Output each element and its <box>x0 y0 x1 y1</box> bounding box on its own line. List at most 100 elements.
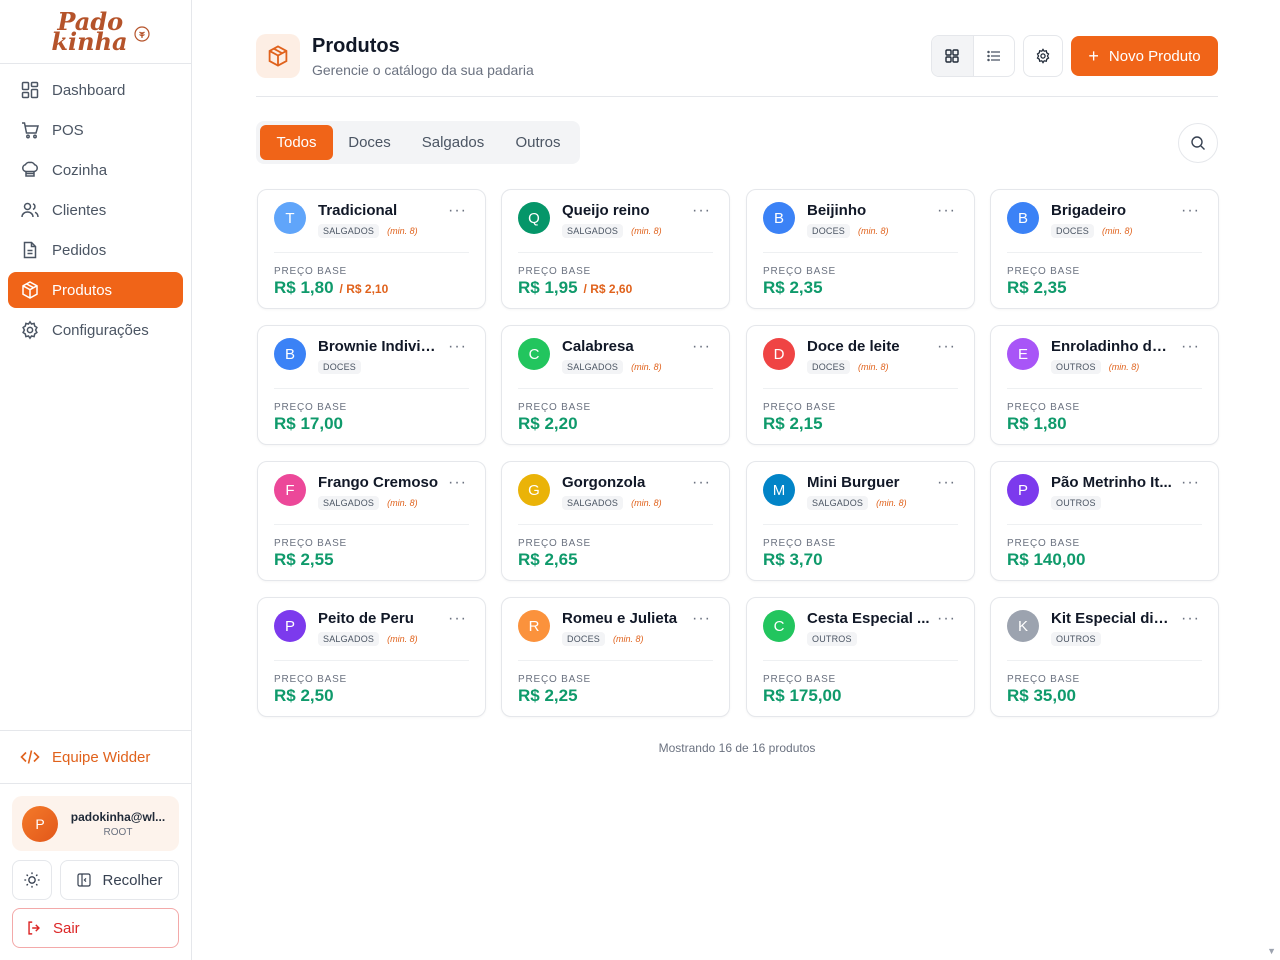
product-name: Frango Cremoso <box>318 474 439 491</box>
product-price: R$ 2,65 <box>518 550 578 570</box>
product-avatar: M <box>763 474 795 506</box>
more-options-icon[interactable]: ··· <box>937 475 956 491</box>
product-card[interactable]: C Calabresa SALGADOS (min. 8) ··· PREÇO BASE R… <box>501 325 730 445</box>
more-options-icon[interactable]: ··· <box>448 475 467 491</box>
card-divider <box>763 252 958 253</box>
price-label: PREÇO BASE <box>1007 266 1081 277</box>
product-card[interactable]: P Pão Metrinho It... OUTROS ··· PREÇO BASE R$… <box>990 461 1219 581</box>
sidebar-item-pedidos[interactable]: Pedidos <box>8 232 183 268</box>
product-meta: SALGADOS (min. 8) <box>318 632 418 646</box>
new-product-button[interactable]: + Novo Produto <box>1071 36 1218 76</box>
sidebar-divider <box>0 783 191 784</box>
tab-outros[interactable]: Outros <box>503 125 573 160</box>
more-options-icon[interactable]: ··· <box>937 339 956 355</box>
team-link[interactable]: Equipe Widder <box>8 741 183 773</box>
category-badge: OUTROS <box>1051 496 1101 510</box>
more-options-icon[interactable]: ··· <box>937 203 956 219</box>
product-name: Enroladinho de ... <box>1051 338 1175 355</box>
product-price: R$ 1,95 / R$ 2,60 <box>518 278 632 298</box>
dashboard-icon <box>21 81 39 99</box>
category-badge: OUTROS <box>1051 632 1101 646</box>
category-badge: DOCES <box>318 360 362 374</box>
product-card[interactable]: T Tradicional SALGADOS (min. 8) ··· PREÇO BAS… <box>257 189 486 309</box>
product-name: Doce de leite <box>807 338 900 355</box>
logo-area: Pado kinha <box>0 0 191 64</box>
tab-doces[interactable]: Doces <box>336 125 403 160</box>
product-meta: SALGADOS (min. 8) <box>807 496 907 510</box>
more-options-icon[interactable]: ··· <box>1181 339 1200 355</box>
product-name: Calabresa <box>562 338 634 355</box>
more-options-icon[interactable]: ··· <box>448 203 467 219</box>
card-divider <box>274 252 469 253</box>
product-card[interactable]: C Cesta Especial ... OUTROS ··· PREÇO BASE R$… <box>746 597 975 717</box>
sidebar-item-clientes[interactable]: Clientes <box>8 192 183 228</box>
logout-button[interactable]: Sair <box>12 908 179 948</box>
product-avatar: G <box>518 474 550 506</box>
collapse-label: Recolher <box>102 871 163 889</box>
theme-toggle-button[interactable] <box>12 860 52 900</box>
product-card[interactable]: M Mini Burguer SALGADOS (min. 8) ··· PREÇO BA… <box>746 461 975 581</box>
sidebar-item-configuracoes[interactable]: Configurações <box>8 312 183 348</box>
category-badge: SALGADOS <box>562 496 624 510</box>
product-card[interactable]: F Frango Cremoso SALGADOS (min. 8) ··· PREÇO … <box>257 461 486 581</box>
min-quantity: (min. 8) <box>876 498 907 508</box>
more-options-icon[interactable]: ··· <box>448 339 467 355</box>
sidebar-item-cozinha[interactable]: Cozinha <box>8 152 183 188</box>
base-price: R$ 17,00 <box>274 414 343 433</box>
product-avatar: E <box>1007 338 1039 370</box>
sidebar-divider <box>0 730 191 731</box>
tab-todos[interactable]: Todos <box>260 125 333 160</box>
card-divider <box>763 660 958 661</box>
card-divider <box>518 252 713 253</box>
more-options-icon[interactable]: ··· <box>692 339 711 355</box>
min-quantity: (min. 8) <box>631 226 662 236</box>
product-card[interactable]: B Brigadeiro DOCES (min. 8) ··· PREÇO BASE R$ … <box>990 189 1219 309</box>
more-options-icon[interactable]: ··· <box>1181 475 1200 491</box>
product-meta: SALGADOS (min. 8) <box>318 224 418 238</box>
product-card[interactable]: Q Queijo reino SALGADOS (min. 8) ··· PREÇO BA… <box>501 189 730 309</box>
grid-view-button[interactable] <box>932 36 974 76</box>
price-label: PREÇO BASE <box>518 538 592 549</box>
product-price: R$ 1,80 <box>1007 414 1067 434</box>
product-avatar: D <box>763 338 795 370</box>
search-button[interactable] <box>1178 123 1218 163</box>
settings-button[interactable] <box>1023 35 1063 77</box>
product-card[interactable]: K Kit Especial dia ... OUTROS ··· PREÇO BASE… <box>990 597 1219 717</box>
product-price: R$ 2,35 <box>763 278 823 298</box>
product-card[interactable]: B Brownie Individ... DOCES ··· PREÇO BASE R$ … <box>257 325 486 445</box>
more-options-icon[interactable]: ··· <box>448 611 467 627</box>
min-quantity: (min. 8) <box>631 362 662 372</box>
product-card[interactable]: G Gorgonzola SALGADOS (min. 8) ··· PREÇO BASE… <box>501 461 730 581</box>
more-options-icon[interactable]: ··· <box>692 203 711 219</box>
user-card[interactable]: P padokinha@wl... ROOT <box>12 796 179 851</box>
more-options-icon[interactable]: ··· <box>1181 203 1200 219</box>
brand-logo[interactable]: Pado kinha <box>51 9 150 53</box>
tab-salgados[interactable]: Salgados <box>409 125 497 160</box>
product-card[interactable]: D Doce de leite DOCES (min. 8) ··· PREÇO BASE… <box>746 325 975 445</box>
scroll-down-arrow[interactable]: ▼ <box>1267 946 1276 956</box>
sidebar-item-label: Clientes <box>52 201 107 219</box>
category-badge: OUTROS <box>807 632 857 646</box>
product-price: R$ 2,15 <box>763 414 823 434</box>
sidebar-item-produtos[interactable]: Produtos <box>8 272 183 308</box>
price-label: PREÇO BASE <box>518 266 592 277</box>
more-options-icon[interactable]: ··· <box>692 611 711 627</box>
sidebar-item-dashboard[interactable]: Dashboard <box>8 72 183 108</box>
collapse-sidebar-button[interactable]: Recolher <box>60 860 179 900</box>
more-options-icon[interactable]: ··· <box>692 475 711 491</box>
product-meta: DOCES <box>318 360 362 374</box>
more-options-icon[interactable]: ··· <box>1181 611 1200 627</box>
user-role: ROOT <box>103 826 133 838</box>
product-card[interactable]: E Enroladinho de ... OUTROS (min. 8) ··· PREÇ… <box>990 325 1219 445</box>
product-name: Cesta Especial ... <box>807 610 930 627</box>
sidebar-item-pos[interactable]: POS <box>8 112 183 148</box>
view-toggle <box>931 35 1015 77</box>
sidebar-item-label: Produtos <box>52 281 113 299</box>
more-options-icon[interactable]: ··· <box>937 611 956 627</box>
price-label: PREÇO BASE <box>1007 674 1081 685</box>
list-view-button[interactable] <box>974 36 1015 76</box>
sun-icon <box>24 872 40 888</box>
product-card[interactable]: R Romeu e Julieta DOCES (min. 8) ··· PREÇO BA… <box>501 597 730 717</box>
product-card[interactable]: B Beijinho DOCES (min. 8) ··· PREÇO BASE R$ 2,… <box>746 189 975 309</box>
product-card[interactable]: P Peito de Peru SALGADOS (min. 8) ··· PREÇO B… <box>257 597 486 717</box>
